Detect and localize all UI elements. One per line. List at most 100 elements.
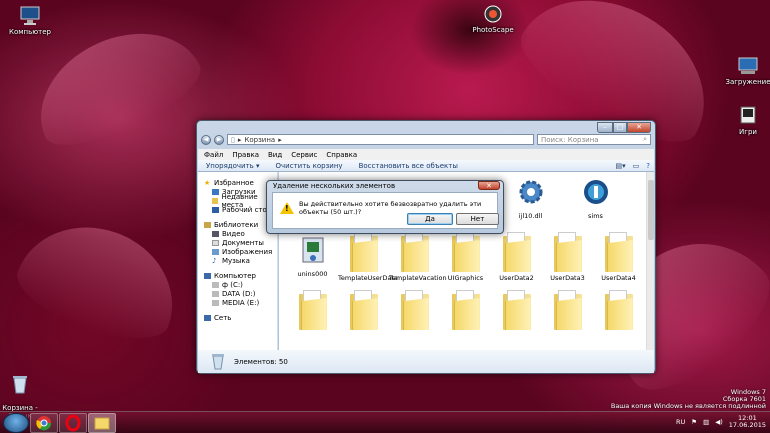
dialog-close-button[interactable]: ✕ [478,181,500,190]
pictures-icon [212,248,219,255]
address-bar-row: ◀ ▶ ▯ ▸ Корзина ▸ Поиск: Корзина ⌕ [201,133,651,146]
desktop-icon-games[interactable]: Игри [718,106,770,136]
folder-item-uigraphics[interactable]: UIGraphics [440,232,491,282]
scrollbar-thumb[interactable] [648,180,654,240]
gear-file-icon [516,174,546,210]
menu-help[interactable]: Справка [326,151,357,159]
folder-item-templateuserdata[interactable]: TemplateUserData [338,232,398,282]
computer-icon [19,6,41,26]
start-button[interactable] [3,413,29,433]
nav-label: Изображения [222,247,273,256]
folder-item[interactable] [287,290,338,333]
sims-icon [581,174,611,210]
folder-item[interactable] [593,290,644,333]
opera-icon [65,414,81,432]
folder-name: TemplateUserData [338,274,398,282]
yes-button[interactable]: Да [407,213,453,225]
flag-icon[interactable]: ⚑ [691,418,697,426]
breadcrumb-current[interactable]: Корзина [244,136,275,144]
folder-icon [399,232,431,272]
explorer-window[interactable]: – □ ✕ ◀ ▶ ▯ ▸ Корзина ▸ Поиск: Корзина ⌕… [196,120,656,374]
folder-name: UserData4 [601,274,636,282]
language-indicator[interactable]: RU [676,418,685,426]
nav-item-pictures[interactable]: Изображения [204,247,277,256]
folder-item-userdata4[interactable]: UserData4 [593,232,644,282]
nav-item-documents[interactable]: Документы [204,238,277,247]
nav-item-music[interactable]: ♪ Музыка [204,256,277,265]
folder-item-templatevacation[interactable]: TemplateVacation [389,232,447,282]
file-name: sims [588,212,603,220]
star-icon: ★ [204,178,211,187]
folder-icon [399,290,431,330]
wallpaper-petal [7,205,193,355]
view-options-icon[interactable]: ▤▾ [616,162,626,170]
vertical-scrollbar[interactable] [646,172,654,350]
documents-icon [212,239,219,246]
help-icon[interactable]: ? [646,162,650,170]
desktop-icon-photoscape[interactable]: PhotoScape [463,4,523,34]
warning-icon: ! [280,202,294,214]
folder-item[interactable] [542,290,593,333]
taskbar-explorer[interactable] [88,413,116,433]
command-bar: Упорядочить ▾ Очистить корзину Восстанов… [198,160,654,172]
menu-tools[interactable]: Сервис [291,151,317,159]
item-count: Элементов: 50 [234,357,288,366]
volume-icon[interactable]: ◀) [715,418,723,426]
recent-places-icon [212,197,219,204]
empty-bin-button[interactable]: Очистить корзину [276,162,343,170]
folder-item[interactable] [491,290,542,333]
nav-item-drive-c[interactable]: ф (C:) [204,280,277,289]
folder-item-userdata3[interactable]: UserData3 [542,232,593,282]
nav-label: DATA (D:) [222,289,256,298]
menu-view[interactable]: Вид [268,151,282,159]
installer-icon [298,232,328,268]
clock-date: 17.06.2015 [728,421,766,429]
recycle-bin-small-icon: ▯ [231,135,235,144]
downloads-icon [212,188,219,195]
folder-item-userdata2[interactable]: UserData2 [491,232,542,282]
back-button[interactable]: ◀ [201,134,211,145]
restore-all-button[interactable]: Восстановить все объекты [359,162,458,170]
folder-icon [552,290,584,330]
nav-label: Видео [222,229,245,238]
address-bar[interactable]: ▯ ▸ Корзина ▸ [227,134,534,145]
folder-icon [552,232,584,272]
menu-file[interactable]: Файл [204,151,223,159]
network-tray-icon[interactable]: ▥ [703,418,709,426]
folder-name: TemplateVacation [389,274,447,282]
menu-edit[interactable]: Правка [232,151,259,159]
folder-item[interactable] [389,290,440,333]
desktop-icon-download[interactable]: Загружение [718,56,770,86]
nav-computer[interactable]: Компьютер [204,271,277,280]
file-item-sims[interactable]: sims [570,174,621,220]
system-tray: RU ⚑ ▥ ◀) 12:01 17.06.2015 [676,415,766,429]
file-item-unins000[interactable]: unins000 [287,232,338,282]
file-name: ijl10.dll [518,212,543,220]
desktop-icon [212,206,219,213]
organize-button[interactable]: Упорядочить ▾ [206,162,260,170]
genuine-notice: Ваша копия Windows не является подлинной [610,402,766,410]
folder-item[interactable] [440,290,491,333]
drive-icon [212,299,219,306]
taskbar-opera[interactable] [59,413,87,433]
desktop-icon-computer[interactable]: Компьютер [0,6,60,36]
file-item-ijl10[interactable]: ijl10.dll [505,174,556,220]
nav-item-drive-d[interactable]: DATA (D:) [204,289,277,298]
folder-icon [603,232,635,272]
search-input[interactable]: Поиск: Корзина ⌕ [537,134,651,145]
nav-item-drive-e[interactable]: MEDIA (E:) [204,298,277,307]
recycle-bin-status-icon [210,352,226,372]
no-button[interactable]: Нет [456,213,499,225]
folder-item[interactable] [338,290,389,333]
delete-confirm-dialog[interactable]: Удаление нескольких элементов ✕ ! Вы дей… [266,180,504,234]
recycle-bin-icon [9,374,31,394]
taskbar-chrome[interactable] [30,413,58,433]
search-placeholder: Поиск: Корзина [541,135,599,144]
maximize-button[interactable]: □ [613,122,627,133]
close-button[interactable]: ✕ [627,122,651,133]
forward-button[interactable]: ▶ [214,134,224,145]
preview-pane-icon[interactable]: ▭ [633,162,640,170]
nav-network[interactable]: Сеть [204,313,277,322]
minimize-button[interactable]: – [597,122,613,133]
clock[interactable]: 12:01 17.06.2015 [729,415,766,429]
